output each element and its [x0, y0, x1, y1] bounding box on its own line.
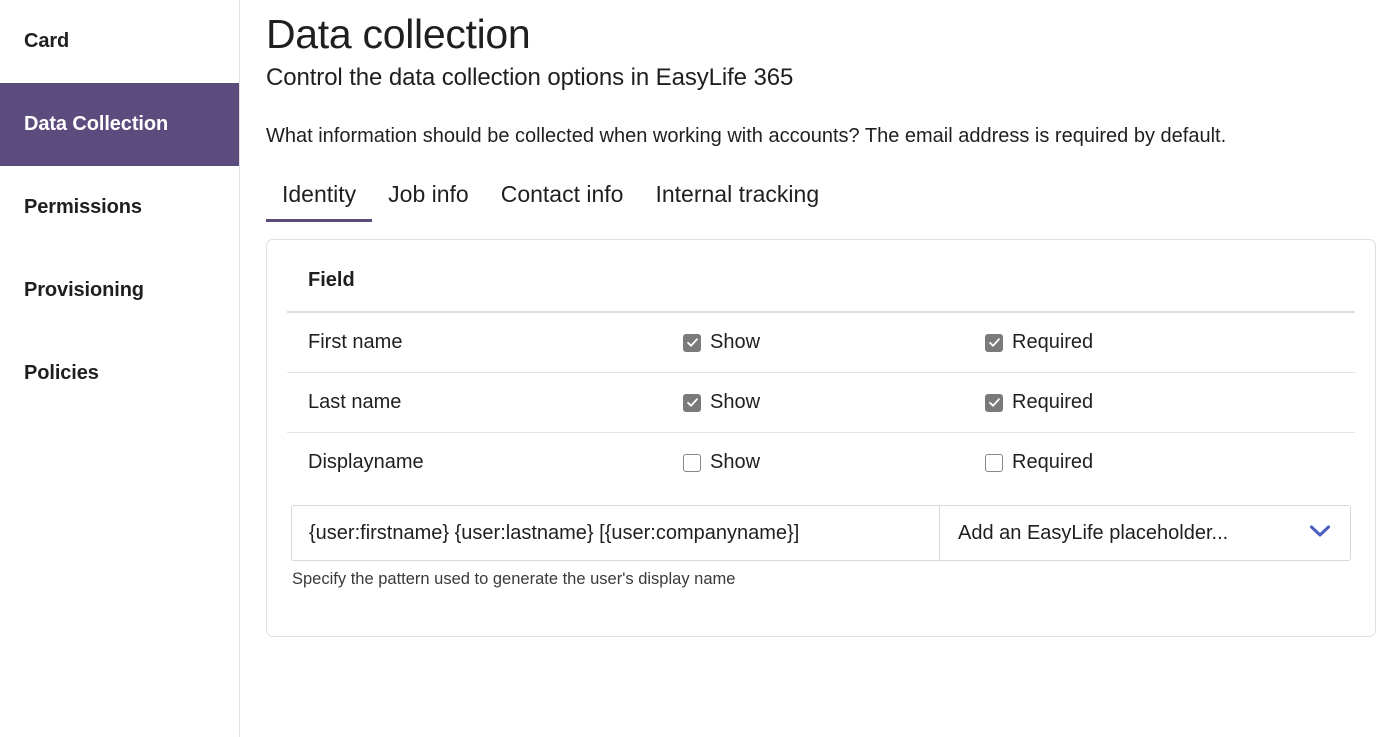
- required-cell: Required: [964, 312, 1355, 373]
- main-content: Data collection Control the data collect…: [240, 0, 1395, 737]
- display-name-pattern-row: Add an EasyLife placeholder...: [291, 505, 1351, 561]
- show-label: Show: [710, 391, 760, 414]
- app-root: Card Data Collection Permissions Provisi…: [0, 0, 1395, 737]
- field-name-cell: Last name: [287, 373, 662, 433]
- required-cell: Required: [964, 373, 1355, 433]
- checkbox-checked-icon[interactable]: [683, 334, 701, 352]
- required-checkbox-firstname[interactable]: Required: [985, 331, 1355, 354]
- sidebar-item-label: Card: [24, 30, 69, 53]
- required-checkbox-lastname[interactable]: Required: [985, 391, 1355, 414]
- display-name-pattern-input[interactable]: [292, 506, 939, 560]
- field-name-cell: Displayname: [287, 433, 662, 493]
- fields-table: Field First name: [287, 240, 1355, 492]
- sidebar-item-card[interactable]: Card: [0, 0, 239, 83]
- page-title: Data collection: [266, 11, 1395, 58]
- sidebar-item-policies[interactable]: Policies: [0, 332, 239, 415]
- table-row: First name Show: [287, 312, 1355, 373]
- table-header-row: Field: [287, 240, 1355, 312]
- checkbox-unchecked-icon[interactable]: [683, 454, 701, 472]
- checkbox-checked-icon[interactable]: [683, 394, 701, 412]
- page-description: What information should be collected whe…: [266, 120, 1341, 152]
- sidebar-item-provisioning[interactable]: Provisioning: [0, 249, 239, 332]
- tab-internal-tracking[interactable]: Internal tracking: [639, 181, 835, 222]
- sidebar-item-label: Policies: [24, 362, 99, 385]
- column-header-show: [662, 240, 964, 312]
- show-checkbox-lastname[interactable]: Show: [683, 391, 964, 414]
- table-row: Displayname Show: [287, 433, 1355, 493]
- sidebar-item-permissions[interactable]: Permissions: [0, 166, 239, 249]
- sidebar-item-label: Permissions: [24, 196, 142, 219]
- show-label: Show: [710, 451, 760, 474]
- required-label: Required: [1012, 451, 1093, 474]
- required-label: Required: [1012, 391, 1093, 414]
- checkbox-unchecked-icon[interactable]: [985, 454, 1003, 472]
- sidebar-item-data-collection[interactable]: Data Collection: [0, 83, 239, 166]
- required-checkbox-displayname[interactable]: Required: [985, 451, 1355, 474]
- column-header-field: Field: [287, 240, 662, 312]
- tab-job-info[interactable]: Job info: [372, 181, 485, 222]
- sidebar-item-label: Data Collection: [24, 113, 168, 136]
- field-name-cell: First name: [287, 312, 662, 373]
- tab-label: Job info: [388, 181, 469, 207]
- table-row: Last name Show: [287, 373, 1355, 433]
- tab-label: Identity: [282, 181, 356, 207]
- show-checkbox-firstname[interactable]: Show: [683, 331, 964, 354]
- sidebar: Card Data Collection Permissions Provisi…: [0, 0, 240, 737]
- chevron-down-icon[interactable]: [1309, 524, 1331, 543]
- tab-contact-info[interactable]: Contact info: [485, 181, 640, 222]
- column-header-required: [964, 240, 1355, 312]
- tab-list: Identity Job info Contact info Internal …: [266, 176, 1395, 222]
- page-subtitle: Control the data collection options in E…: [266, 64, 1395, 92]
- placeholder-dropdown[interactable]: Add an EasyLife placeholder...: [939, 506, 1350, 560]
- show-cell: Show: [662, 433, 964, 493]
- show-cell: Show: [662, 312, 964, 373]
- tab-label: Contact info: [501, 181, 624, 207]
- pattern-help-text: Specify the pattern used to generate the…: [292, 570, 1355, 589]
- tab-label: Internal tracking: [655, 181, 819, 207]
- sidebar-item-label: Provisioning: [24, 279, 144, 302]
- show-checkbox-displayname[interactable]: Show: [683, 451, 964, 474]
- required-label: Required: [1012, 331, 1093, 354]
- show-cell: Show: [662, 373, 964, 433]
- show-label: Show: [710, 331, 760, 354]
- required-cell: Required: [964, 433, 1355, 493]
- tab-identity[interactable]: Identity: [266, 181, 372, 222]
- placeholder-dropdown-label: Add an EasyLife placeholder...: [958, 522, 1228, 545]
- checkbox-checked-icon[interactable]: [985, 334, 1003, 352]
- checkbox-checked-icon[interactable]: [985, 394, 1003, 412]
- data-collection-card: Field First name: [266, 239, 1376, 637]
